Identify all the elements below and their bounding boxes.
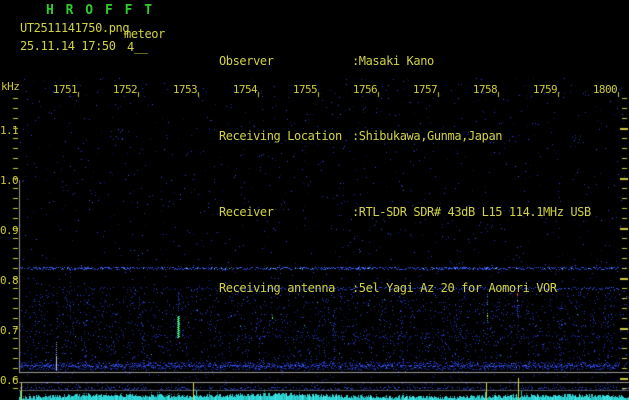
counter-label: 4__ [127,40,148,54]
x-tick-label: 1755 [292,83,318,96]
info-row-receiver: Receiver :RTL-SDR SDR# 43dB L15 114.1MHz … [178,194,628,232]
info-row-antenna: Receiving antenna :5el Yagi Az 20 for Aom… [178,269,628,307]
y-tick-label: 0.7 [0,324,19,337]
x-tick-label: 1752 [112,83,138,96]
y-tick-label: 1.0 [0,174,19,187]
x-tick-label: 1754 [232,83,258,96]
y-axis-unit-label: kHz [1,80,20,93]
antenna-value: :5el Yagi Az 20 for Aomori VOR [351,280,557,295]
observer-label: Observer [218,53,274,68]
station-info: Observer :Masaki Kano Receiving Location:… [178,4,628,345]
info-row-location: Receiving Location :Shibukawa,Gunma,Japan [178,118,628,156]
x-tick-label: 1756 [352,83,378,96]
x-tick-label: 1751 [52,83,78,96]
y-tick-label: 1.1 [0,124,19,137]
meteor-mode-label: meteor [124,27,165,41]
x-tick-label: 1759 [532,83,558,96]
receiver-value: :RTL-SDR SDR# 43dB L15 114.1MHz USB [351,205,591,220]
y-tick-label: 0.9 [0,224,19,237]
x-tick-label: 1800 [592,83,618,96]
app-title: H R O F F T [46,3,155,18]
info-row-observer: Observer :Masaki Kano [178,42,628,80]
x-tick-label: 1758 [472,83,498,96]
hrofft-screen: H R O F F T UT2511141750.png meteor 25.1… [0,0,629,400]
x-tick-label: 1757 [412,83,438,96]
y-tick-label: 0.8 [0,274,19,287]
receiver-label: Receiver [218,205,274,220]
location-label: Receiving Location [218,129,342,144]
location-value: :Shibukawa,Gunma,Japan [351,129,503,144]
x-tick-label: 1753 [172,83,198,96]
datetime-label: 25.11.14 17:50 [20,39,116,53]
observer-value: :Masaki Kano [351,53,434,68]
antenna-label: Receiving antenna [218,280,335,295]
output-filename: UT2511141750.png [20,21,130,35]
y-tick-label: 0.6 [0,374,19,387]
